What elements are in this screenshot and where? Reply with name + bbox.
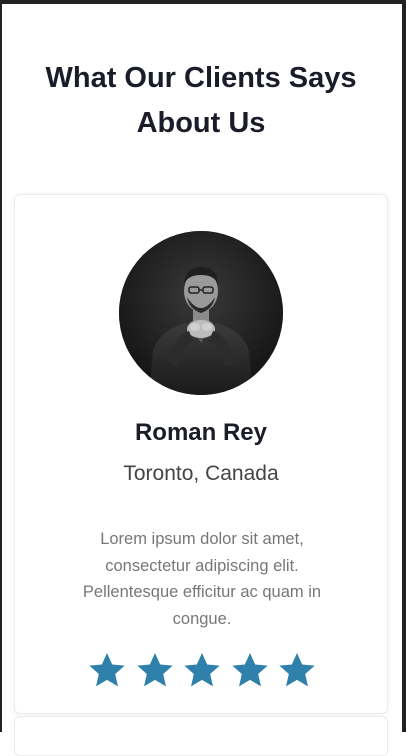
next-testimonial-card bbox=[14, 716, 388, 756]
star-icon bbox=[231, 653, 268, 687]
star-icon bbox=[279, 653, 315, 687]
testimonial-card: Roman Rey Toronto, Canada Lorem ipsum do… bbox=[14, 194, 388, 714]
avatar-photo-image bbox=[119, 231, 283, 395]
window-left-border bbox=[0, 0, 2, 732]
section-title: What Our Clients Says About Us bbox=[45, 62, 357, 139]
client-avatar bbox=[119, 231, 283, 395]
client-location: Toronto, Canada bbox=[123, 462, 279, 485]
star-icon bbox=[89, 653, 125, 687]
testimonial-text: Lorem ipsum dolor sit amet, consectetur … bbox=[82, 530, 322, 628]
window-top-border bbox=[0, 0, 406, 4]
client-name: Roman Rey bbox=[134, 419, 268, 446]
rating-stars bbox=[87, 651, 317, 693]
star-icon bbox=[184, 653, 220, 687]
window-right-border bbox=[402, 0, 406, 732]
star-icon bbox=[136, 653, 173, 687]
